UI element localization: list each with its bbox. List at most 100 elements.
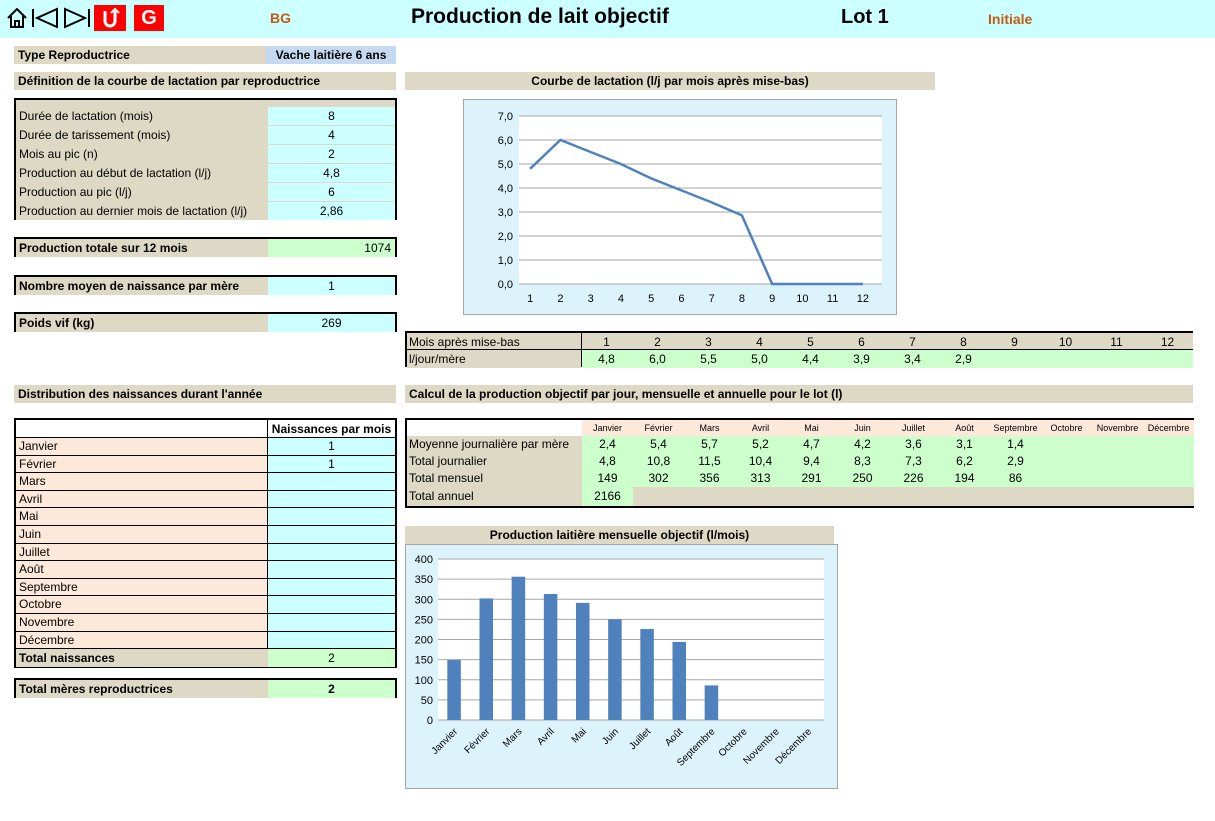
type-repro-select[interactable]: Vache laitière 6 ans (266, 46, 396, 64)
refresh-icon[interactable]: G (134, 5, 164, 31)
distribution-month-input[interactable]: 1 (268, 438, 395, 456)
naissances-mere-box: Nombre moyen de naissance par mère 1 (14, 275, 397, 295)
distribution-month-input[interactable] (268, 473, 395, 491)
calcul-cell: 11,5 (684, 453, 735, 470)
calcul-month-header: Mai (786, 420, 837, 436)
calcul-cell (1143, 470, 1194, 487)
line-ytick-label: 1,0 (498, 255, 513, 267)
ljour-value: 5,0 (734, 350, 785, 368)
lactation-param-input[interactable]: 4,8 (268, 164, 395, 182)
total-meres-box: Total mères reproductrices 2 (14, 678, 397, 698)
calcul-month-header: Novembre (1092, 420, 1143, 436)
poids-vif-box: Poids vif (kg) 269 (14, 312, 397, 332)
calcul-corner (407, 420, 582, 436)
calcul-cell (1092, 470, 1143, 487)
distribution-table: Naissances par mois Janvier 1 Février 1 Mars… (14, 418, 397, 668)
ljour-value: 2,9 (938, 350, 989, 368)
calcul-cell (1041, 436, 1092, 453)
status-label: Initiale (988, 11, 1033, 27)
line-ytick-label: 4,0 (498, 183, 513, 195)
calcul-cell (1041, 453, 1092, 470)
lactation-param-label: Production au pic (l/j) (16, 183, 268, 201)
distribution-month-input[interactable] (268, 508, 395, 526)
distribution-month-label: Février (16, 455, 268, 474)
distribution-col-header: Naissances par mois (268, 420, 395, 438)
undo-icon[interactable] (94, 5, 126, 31)
distribution-month-input[interactable] (268, 631, 395, 650)
ljour-value (989, 350, 1040, 368)
bar-ytick-label: 400 (415, 554, 433, 566)
lactation-chart: 0,0 1,0 2,0 3,0 4,0 5,0 6,0 7,0 1 2 3 4 5 6 7 8 9 10 11 12 (463, 99, 897, 315)
ljour-value (1040, 350, 1091, 368)
line-xtick-label: 1 (527, 293, 533, 305)
line-ytick-label: 3,0 (498, 207, 513, 219)
distribution-month-label: Septembre (16, 578, 268, 597)
lactation-param-input[interactable]: 6 (268, 183, 395, 201)
lactation-param-input[interactable]: 2,86 (268, 202, 395, 220)
calcul-cell: 9,4 (786, 453, 837, 470)
naissances-mere-label: Nombre moyen de naissance par mère (16, 277, 268, 295)
lactation-param-label: Durée de tarissement (mois) (16, 126, 268, 144)
calcul-cell: 250 (837, 470, 888, 487)
total-naissances-value: 2 (268, 649, 395, 667)
line-xtick-label: 10 (796, 293, 808, 305)
monthly-bar-chart: 0 50 100 150 200 250 300 350 400 Janvier Février Ma… (405, 544, 838, 789)
bar-xtick-label: Avril (535, 726, 556, 747)
distribution-month-input[interactable] (268, 543, 395, 562)
bar-xtick-label: Mars (501, 726, 525, 750)
lactation-param-input[interactable]: 2 (268, 145, 395, 163)
prod-totale-label: Production totale sur 12 mois (16, 239, 268, 257)
calcul-month-header: Mars (684, 420, 735, 436)
calcul-cell (1041, 470, 1092, 487)
monthly-bar (672, 641, 687, 720)
home-icon[interactable] (6, 5, 28, 31)
bar-xtick-label: Janvier (430, 726, 461, 757)
mois-divider (581, 333, 582, 367)
calcul-month-header: Septembre (990, 420, 1041, 436)
line-ytick-label: 0,0 (498, 279, 513, 291)
distribution-month-input[interactable] (268, 596, 395, 614)
lactation-param-label: Production au début de lactation (l/j) (16, 164, 268, 182)
mois-hdivider (407, 349, 1193, 350)
site-code: BG (270, 10, 291, 26)
bar-ytick-label: 350 (415, 574, 433, 586)
line-ytick-label: 6,0 (498, 135, 513, 147)
ljour-value (1142, 350, 1193, 368)
distribution-month-input[interactable]: 1 (268, 455, 395, 474)
poids-vif-input[interactable]: 269 (268, 314, 395, 332)
calcul-title: Calcul de la production objectif par jou… (405, 385, 1193, 403)
distribution-month-input[interactable] (268, 614, 395, 632)
bar-xtick-label: Mai (570, 726, 589, 745)
calcul-cell: 5,4 (633, 436, 684, 453)
calcul-cell: 5,7 (684, 436, 735, 453)
calcul-cell: 86 (990, 470, 1041, 487)
distribution-month-input[interactable] (268, 578, 395, 597)
next-icon[interactable] (62, 5, 92, 31)
calcul-cell: 3,1 (939, 436, 990, 453)
prod-totale-box: Production totale sur 12 mois 1074 (14, 237, 397, 257)
monthly-bar (575, 602, 590, 720)
calcul-cell (1143, 453, 1194, 470)
distribution-month-input[interactable] (268, 490, 395, 509)
distribution-month-input[interactable] (268, 561, 395, 579)
line-xtick-label: 8 (739, 293, 745, 305)
bar-ytick-label: 250 (415, 614, 433, 626)
total-annuel-filler (633, 487, 1194, 506)
line-ytick-label: 2,0 (498, 231, 513, 243)
lactation-param-input[interactable]: 4 (268, 126, 395, 144)
calcul-cell: 313 (735, 470, 786, 487)
lactation-param-input[interactable]: 8 (268, 107, 395, 125)
prev-icon[interactable] (30, 5, 60, 31)
calcul-cell: 356 (684, 470, 735, 487)
calcul-cell: 5,2 (735, 436, 786, 453)
ljour-value: 6,0 (632, 350, 683, 368)
lactation-chart-svg: 0,01,02,03,04,05,06,07,01 2 3 4 5 6 7 8 9 10 11 12 (498, 111, 882, 305)
naissances-mere-input[interactable]: 1 (268, 277, 395, 295)
distribution-month-label: Avril (16, 490, 268, 509)
lot-label: Lot 1 (841, 6, 889, 28)
monthly-bar (447, 660, 461, 720)
poids-vif-label: Poids vif (kg) (16, 314, 268, 332)
distribution-month-input[interactable] (268, 526, 395, 544)
monthly-bar-chart-svg: 0 50 100 150 200 250 300 350 400 Janvier Février Ma… (415, 554, 824, 769)
distribution-month-label: Août (16, 561, 268, 579)
